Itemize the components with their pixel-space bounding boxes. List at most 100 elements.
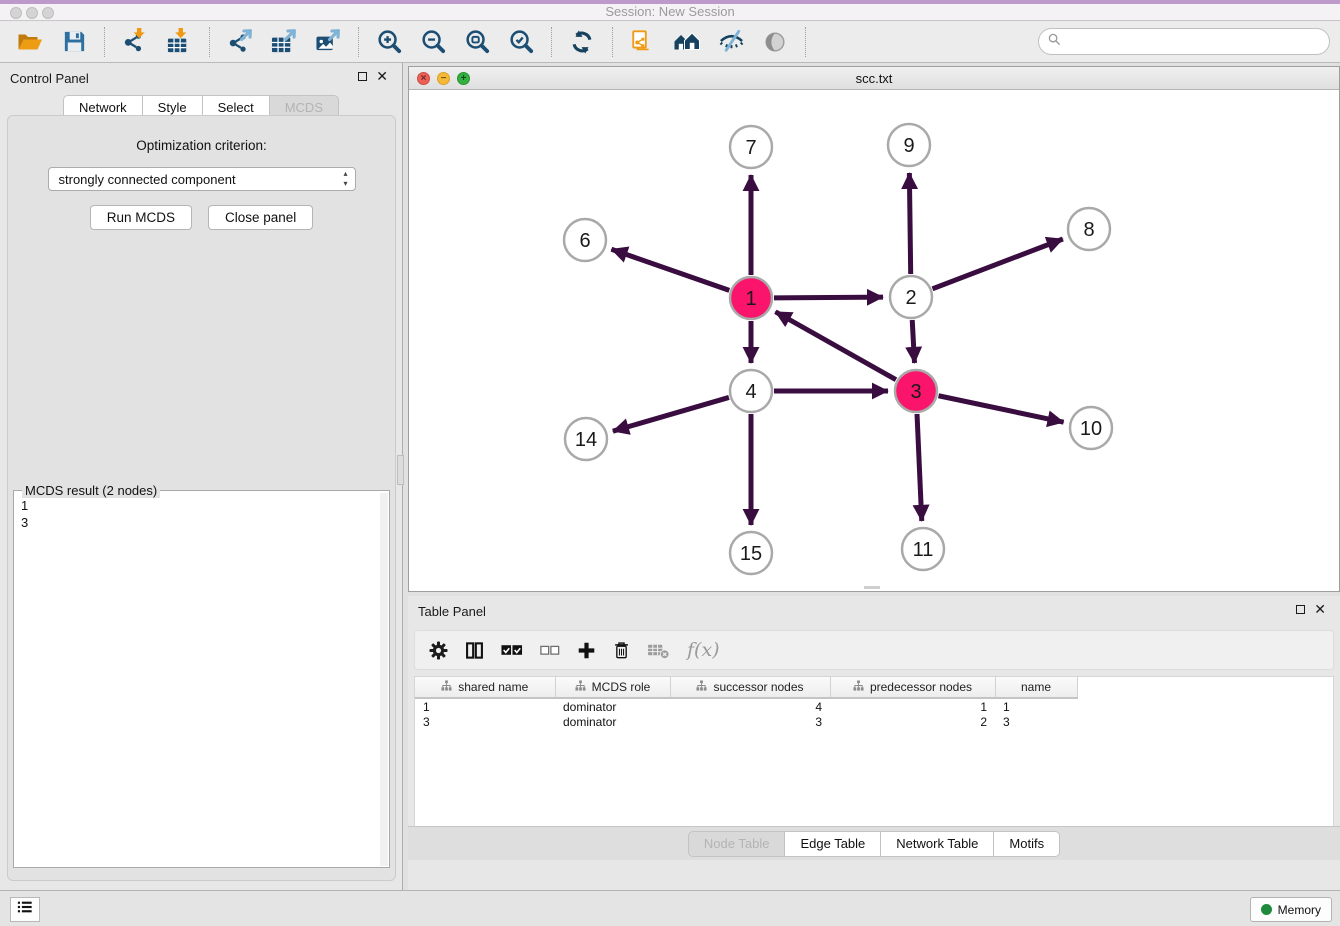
memory-button[interactable]: Memory (1250, 897, 1332, 922)
edge-2-8[interactable] (932, 239, 1062, 289)
checkboxes-checked-icon[interactable] (501, 643, 523, 657)
hierarchy-icon (575, 680, 586, 694)
graph-node-8[interactable]: 8 (1068, 208, 1110, 250)
edge-2-3[interactable] (912, 320, 914, 363)
table-cell[interactable]: 4 (670, 698, 830, 714)
column-header-successor-nodes[interactable]: successor nodes (670, 677, 830, 698)
table-cell[interactable]: 1 (830, 698, 995, 714)
column-header-name[interactable]: name (995, 677, 1077, 698)
table-row[interactable]: 1dominator411 (415, 698, 1077, 714)
table-down-arrow-icon[interactable] (164, 27, 194, 57)
graph-node-6[interactable]: 6 (564, 219, 606, 261)
tab-motifs[interactable]: Motifs (994, 831, 1060, 857)
panel-resize-grip[interactable] (397, 455, 404, 485)
graph-node-15[interactable]: 15 (730, 532, 772, 574)
table-cell[interactable]: dominator (555, 714, 670, 730)
column-header-MCDS-role[interactable]: MCDS role (555, 677, 670, 698)
edge-3-11[interactable] (917, 414, 922, 521)
tab-node-table[interactable]: Node Table (688, 831, 786, 857)
table-delete-icon[interactable] (647, 641, 670, 660)
share-down-arrow-icon[interactable] (120, 27, 150, 57)
circular-arrows-icon[interactable] (567, 27, 597, 57)
table-cell[interactable]: 3 (415, 714, 555, 730)
close-panel-button[interactable]: Close panel (208, 205, 313, 230)
svg-text:9: 9 (903, 135, 914, 157)
document-share-icon[interactable] (628, 27, 658, 57)
view-resize-grip[interactable] (864, 586, 880, 589)
tab-network-table[interactable]: Network Table (881, 831, 994, 857)
network-canvas[interactable]: 7 9 6 8 1 2 4 3 14 10 15 11 (409, 90, 1339, 591)
magnifier-box-icon[interactable] (462, 27, 492, 57)
network-view-title: scc.txt (409, 71, 1339, 86)
run-mcds-button[interactable]: Run MCDS (90, 205, 192, 230)
table-cell[interactable]: 1 (415, 698, 555, 714)
floppy-disk-icon[interactable] (59, 27, 89, 57)
magnifier-minus-icon[interactable] (418, 27, 448, 57)
svg-text:4: 4 (745, 381, 756, 403)
table-cell[interactable]: dominator (555, 698, 670, 714)
table-row[interactable]: 3dominator323 (415, 714, 1077, 730)
optimization-select[interactable]: strongly connected component ▴▾ (48, 167, 356, 191)
graph-node-3[interactable]: 3 (895, 370, 937, 412)
close-table-panel-icon[interactable]: ✕ (1314, 604, 1326, 614)
table-cell[interactable]: 2 (830, 714, 995, 730)
table-cell[interactable]: 3 (670, 714, 830, 730)
column-header-predecessor-nodes[interactable]: predecessor nodes (830, 677, 995, 698)
table-tabs-bar: Node TableEdge TableNetwork TableMotifs (408, 826, 1340, 860)
gear-icon[interactable] (429, 641, 448, 660)
float-panel-icon[interactable] (358, 72, 367, 81)
toolbar-group (210, 27, 359, 57)
edge-3-10[interactable] (939, 396, 1064, 422)
search-input[interactable] (1066, 32, 1329, 52)
svg-text:14: 14 (575, 429, 597, 451)
graph-node-7[interactable]: 7 (730, 126, 772, 168)
table-cell[interactable]: 1 (995, 698, 1077, 714)
close-panel-icon[interactable]: ✕ (376, 71, 388, 81)
graph-node-2[interactable]: 2 (890, 276, 932, 318)
task-list-button[interactable] (10, 897, 40, 922)
column-header-shared-name[interactable]: shared name (415, 677, 555, 698)
edge-1-6[interactable] (611, 249, 729, 290)
edge-2-9[interactable] (909, 173, 910, 274)
table-up-arrow-icon[interactable] (269, 27, 299, 57)
edge-3-1[interactable] (775, 312, 896, 380)
tab-edge-table[interactable]: Edge Table (785, 831, 881, 857)
graph-node-14[interactable]: 14 (565, 418, 607, 460)
list-icon (16, 899, 34, 920)
table-cell[interactable]: 3 (995, 714, 1077, 730)
trash-icon[interactable] (613, 640, 630, 660)
graph-node-4[interactable]: 4 (730, 370, 772, 412)
svg-text:7: 7 (745, 137, 756, 159)
table-panel-title: Table Panel (418, 604, 486, 619)
edge-4-14[interactable] (613, 397, 729, 431)
image-up-arrow-icon[interactable] (313, 27, 343, 57)
graph-node-9[interactable]: 9 (888, 124, 930, 166)
checkboxes-unchecked-icon[interactable] (540, 644, 560, 657)
graph-node-1[interactable]: 1 (730, 277, 772, 319)
result-scrollbar[interactable] (380, 493, 388, 866)
plus-icon[interactable] (577, 641, 596, 660)
eye-slash-icon[interactable] (716, 27, 746, 57)
graph-node-11[interactable]: 11 (902, 528, 944, 570)
folder-open-icon[interactable] (15, 27, 45, 57)
function-builder-icon[interactable]: f(x) (687, 639, 720, 661)
graph-node-10[interactable]: 10 (1070, 407, 1112, 449)
memory-status-icon (1261, 904, 1272, 915)
houses-icon[interactable] (672, 27, 702, 57)
network-window-titlebar[interactable]: × − + scc.txt (409, 67, 1339, 90)
sphere-icon[interactable] (760, 27, 790, 57)
svg-text:1: 1 (745, 288, 756, 310)
share-up-arrow-icon[interactable] (225, 27, 255, 57)
status-bar: Memory (0, 890, 1340, 926)
edge-1-2[interactable] (774, 297, 883, 298)
control-panel: Control Panel ✕ NetworkStyleSelectMCDS O… (0, 63, 403, 890)
toolbar-group (552, 27, 613, 57)
mcds-result-text[interactable]: 1 3 (15, 493, 380, 866)
toolbar-group (359, 27, 552, 57)
magnifier-check-icon[interactable] (506, 27, 536, 57)
float-table-panel-icon[interactable] (1296, 605, 1305, 614)
magnifier-plus-icon[interactable] (374, 27, 404, 57)
columns-icon[interactable] (465, 641, 484, 660)
optimization-select-value: strongly connected component (59, 172, 236, 187)
dropdown-stepper-icon: ▴▾ (343, 169, 347, 189)
